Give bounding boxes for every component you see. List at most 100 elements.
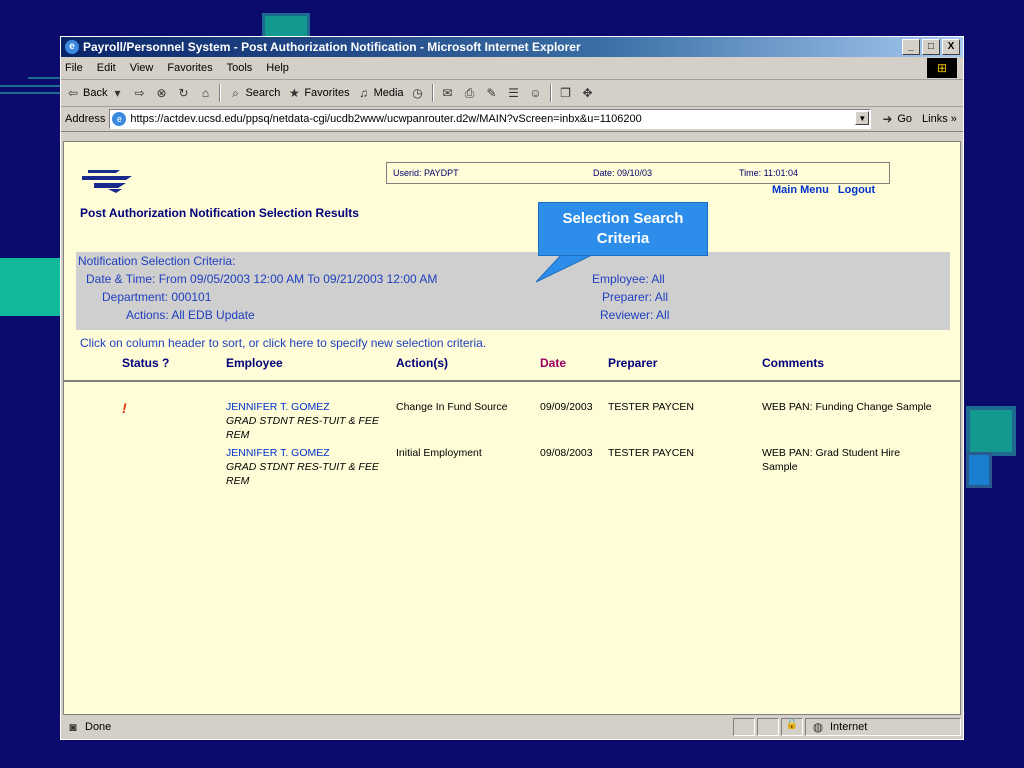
forward-button[interactable]: ⇨ — [131, 85, 147, 101]
action-cell: Change In Fund Source — [396, 401, 508, 413]
go-label: Go — [897, 113, 913, 125]
sort-hint[interactable]: Click on column header to sort, or click… — [80, 336, 486, 350]
chevron-down-icon: ▾ — [114, 86, 121, 100]
home-icon[interactable]: ⌂ — [197, 85, 213, 101]
column-header-status[interactable]: Status ? — [122, 356, 169, 370]
date-cell: 09/09/2003 — [540, 401, 593, 413]
close-button[interactable]: X — [942, 39, 960, 55]
address-url: https://actdev.ucsd.edu/ppsq/netdata-cgi… — [130, 113, 642, 125]
favorites-label: Favorites — [304, 87, 350, 99]
menu-help[interactable]: Help — [266, 62, 289, 74]
alert-icon: ! — [122, 400, 127, 416]
decor-square — [966, 452, 992, 488]
window-title: Payroll/Personnel System - Post Authoriz… — [83, 40, 581, 54]
address-bar: Address e https://actdev.ucsd.edu/ppsq/n… — [61, 107, 963, 132]
ucsd-logo-icon — [82, 170, 132, 193]
userid-text: Userid: PAYDPT — [393, 168, 459, 178]
employee-name[interactable]: JENNIFER T. GOMEZ — [226, 401, 330, 413]
employee-cell[interactable]: JENNIFER T. GOMEZ GRAD STDNT RES-TUIT & … — [226, 400, 386, 442]
employee-title: GRAD STDNT RES-TUIT & FEE REM — [226, 461, 379, 487]
decor-line — [0, 85, 62, 87]
column-header-employee[interactable]: Employee — [226, 356, 283, 370]
column-header-comments[interactable]: Comments — [762, 356, 824, 370]
search-icon: ⌕ — [232, 86, 239, 100]
status-pane — [757, 718, 779, 736]
criteria-department: Department: 000101 — [102, 290, 212, 304]
toolbar: ⇦ Back ▾ ⇨ ⊗ ↻ ⌂ ⌕ Search ★ Favorites ♫ … — [61, 80, 963, 107]
date-text: Date: 09/10/03 — [593, 168, 653, 178]
employee-cell[interactable]: JENNIFER T. GOMEZ GRAD STDNT RES-TUIT & … — [226, 446, 386, 488]
top-links: Main Menu Logout — [772, 184, 881, 196]
status-text: Done — [85, 721, 112, 733]
decor-square — [0, 258, 60, 316]
history-icon[interactable]: ◷ — [410, 85, 426, 101]
preparer-cell: TESTER PAYCEN — [608, 447, 694, 459]
toolbar-separator — [219, 84, 222, 102]
print-icon[interactable]: ⎙ — [462, 85, 478, 101]
media-icon: ♫ — [359, 86, 369, 100]
ie-icon: e — [65, 40, 79, 54]
column-header-date[interactable]: Date — [540, 356, 566, 370]
title-bar: e Payroll/Personnel System - Post Author… — [61, 37, 963, 57]
favorites-icon: ★ — [288, 86, 300, 100]
go-button[interactable]: ➜ Go — [879, 111, 912, 127]
mail-icon[interactable]: ✉ — [440, 85, 456, 101]
decor-square — [966, 406, 1016, 456]
search-label: Search — [245, 87, 281, 99]
back-label: Back — [83, 87, 108, 99]
page-title: Post Authorization Notification Selectio… — [80, 206, 359, 220]
links-button[interactable]: Links » — [922, 113, 957, 125]
status-pane — [733, 718, 755, 736]
menu-edit[interactable]: Edit — [97, 62, 116, 74]
back-button[interactable]: ⇦ Back ▾ — [65, 85, 125, 101]
favorites-button[interactable]: ★ Favorites — [286, 85, 350, 101]
column-header-preparer[interactable]: Preparer — [608, 356, 657, 370]
address-dropdown-icon[interactable]: ▼ — [855, 111, 870, 125]
criteria-reviewer: Reviewer: All — [600, 308, 670, 322]
comment-cell: WEB PAN: Funding Change Sample — [762, 401, 932, 413]
media-button[interactable]: ♫ Media — [356, 85, 404, 101]
criteria-employee: Employee: All — [592, 272, 665, 286]
main-menu-link[interactable]: Main Menu — [772, 184, 829, 196]
translate-icon[interactable]: ✥ — [580, 85, 596, 101]
security-zone: ◍ Internet — [805, 718, 961, 736]
time-text: Time: 11:01:04 — [739, 168, 799, 178]
employee-name[interactable]: JENNIFER T. GOMEZ — [226, 447, 330, 459]
date-cell: 09/08/2003 — [540, 447, 593, 459]
menu-favorites[interactable]: Favorites — [167, 62, 212, 74]
media-label: Media — [373, 87, 404, 99]
comment-cell: WEB PAN: Grad Student Hire Sample — [762, 447, 901, 473]
window-icon[interactable]: ❐ — [558, 85, 574, 101]
menu-file[interactable]: File — [65, 62, 83, 74]
toolbar-separator — [549, 84, 552, 102]
decor-line — [28, 77, 62, 79]
search-button[interactable]: ⌕ Search — [227, 85, 280, 101]
discuss-icon[interactable]: ☰ — [506, 85, 522, 101]
menu-bar: File Edit View Favorites Tools Help ⊞ — [61, 57, 963, 80]
criteria-panel: Notification Selection Criteria: Date & … — [76, 252, 950, 330]
preparer-cell: TESTER PAYCEN — [608, 401, 694, 413]
address-label: Address — [65, 113, 106, 125]
toolbar-separator — [431, 84, 434, 102]
callout-box: Selection Search Criteria — [538, 202, 708, 256]
maximize-button[interactable]: □ — [922, 39, 940, 55]
status-bar: ◙ Done 🔒 ◍ Internet — [63, 717, 961, 737]
edit-icon[interactable]: ✎ — [484, 85, 500, 101]
menu-view[interactable]: View — [130, 62, 154, 74]
windows-logo-icon: ⊞ — [927, 58, 957, 78]
messenger-icon[interactable]: ☺ — [528, 85, 544, 101]
stop-icon[interactable]: ⊗ — [153, 85, 169, 101]
session-info: Userid: PAYDPT Date: 09/10/03 Time: 11:0… — [386, 162, 890, 184]
decor-line — [0, 92, 62, 94]
callout-pointer — [536, 254, 595, 283]
minimize-button[interactable]: _ — [902, 39, 920, 55]
criteria-datetime: Date & Time: From 09/05/2003 12:00 AM To… — [86, 272, 438, 286]
page-content: Userid: PAYDPT Date: 09/10/03 Time: 11:0… — [63, 141, 961, 715]
refresh-icon[interactable]: ↻ — [175, 85, 191, 101]
logout-link[interactable]: Logout — [838, 184, 875, 196]
criteria-heading: Notification Selection Criteria: — [78, 254, 236, 268]
address-input[interactable]: e https://actdev.ucsd.edu/ppsq/netdata-c… — [109, 109, 872, 129]
action-cell: Initial Employment — [396, 447, 482, 459]
column-header-actions[interactable]: Action(s) — [396, 356, 448, 370]
menu-tools[interactable]: Tools — [227, 62, 253, 74]
